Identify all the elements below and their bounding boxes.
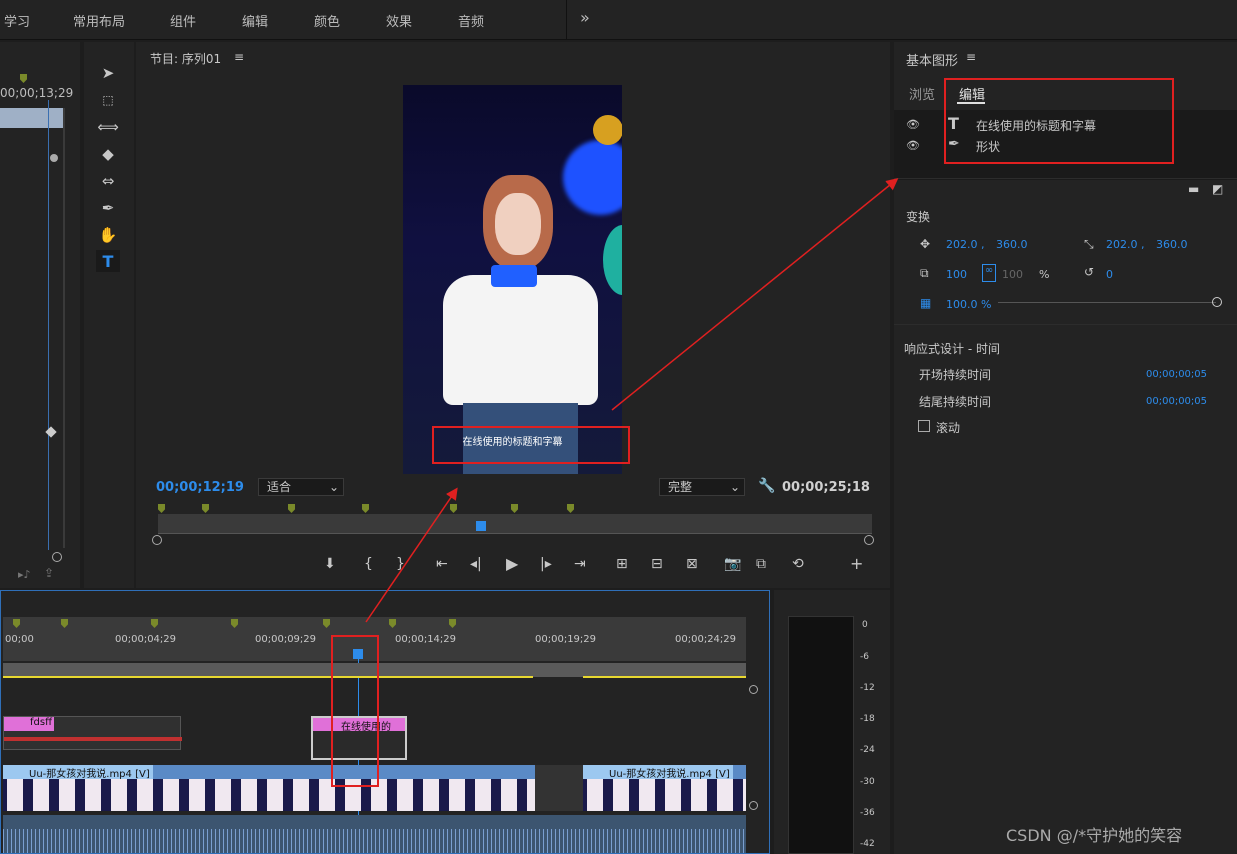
arrow-to-graphics (611, 178, 899, 411)
annotation-arrows (365, 178, 899, 623)
arrow-to-monitor (365, 487, 458, 623)
